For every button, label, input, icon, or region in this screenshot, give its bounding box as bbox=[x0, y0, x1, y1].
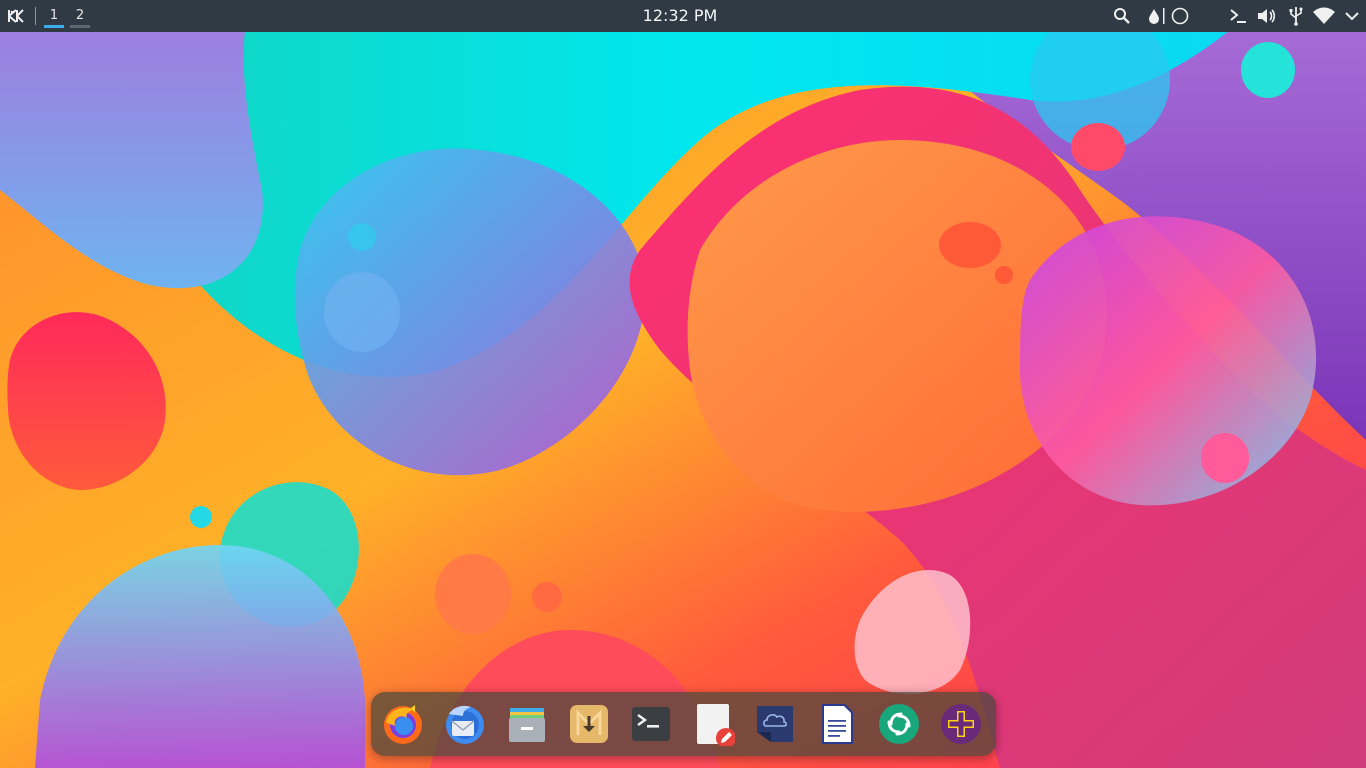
document-icon[interactable] bbox=[815, 702, 859, 746]
plus-icon[interactable] bbox=[939, 702, 983, 746]
element-icon[interactable] bbox=[877, 702, 921, 746]
file-manager-icon[interactable] bbox=[505, 702, 549, 746]
active-desktop-indicator bbox=[44, 25, 64, 28]
volume-icon[interactable] bbox=[1256, 6, 1278, 26]
wallpaper bbox=[0, 0, 1366, 768]
text-editor-icon[interactable] bbox=[691, 702, 735, 746]
panel-menu-icon[interactable] bbox=[1344, 6, 1360, 26]
desktop-number: 2 bbox=[75, 8, 85, 23]
cloud-icon[interactable] bbox=[753, 702, 797, 746]
downloader-icon[interactable] bbox=[567, 702, 611, 746]
panel-separator bbox=[35, 7, 36, 25]
terminal-icon[interactable] bbox=[1228, 6, 1248, 26]
application-launcher-icon[interactable] bbox=[6, 6, 26, 26]
dock bbox=[371, 692, 996, 756]
color-picker-icon[interactable] bbox=[1147, 6, 1161, 26]
tray-separator bbox=[1163, 6, 1165, 26]
thunderbird-icon[interactable] bbox=[443, 702, 487, 746]
top-panel: 1 2 12:32 PM bbox=[0, 0, 1366, 32]
desktop[interactable]: 1 2 12:32 PM bbox=[0, 0, 1366, 768]
wifi-icon[interactable] bbox=[1312, 6, 1336, 26]
terminal-app-icon[interactable] bbox=[629, 702, 673, 746]
desktop-indicator bbox=[70, 25, 90, 28]
search-icon[interactable] bbox=[1113, 6, 1131, 26]
usb-icon[interactable] bbox=[1288, 6, 1304, 26]
desktop-number: 1 bbox=[49, 8, 59, 23]
clock[interactable]: 12:32 PM bbox=[620, 6, 740, 25]
firefox-icon[interactable] bbox=[381, 702, 425, 746]
night-mode-icon[interactable] bbox=[1170, 6, 1190, 26]
